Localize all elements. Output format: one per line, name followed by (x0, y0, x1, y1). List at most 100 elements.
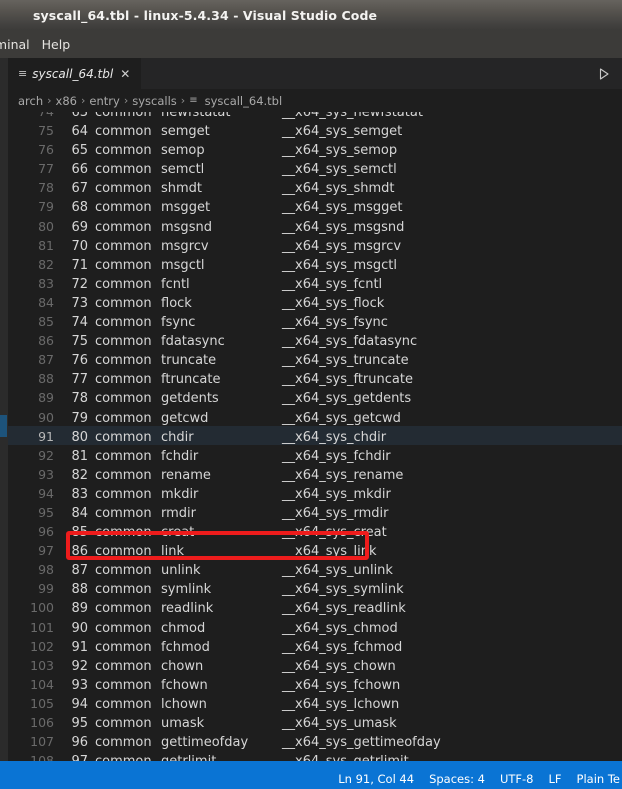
code-line[interactable]: 87 76 common truncate __x64_sys_truncate (8, 349, 622, 368)
line-number: 84 (38, 294, 54, 310)
chevron-right-icon: › (123, 94, 129, 107)
line-number: 78 (38, 180, 54, 196)
title-bar: syscall_64.tbl - linux-5.4.34 - Visual S… (0, 0, 622, 30)
code-lines[interactable]: 7463commonnewfstatat__x64_sys_newfstatat… (8, 112, 622, 761)
code-line[interactable]: 89 78 common getdents __x64_sys_getdents (8, 387, 622, 406)
code-line[interactable]: 92 81 common fchdir __x64_sys_fchdir (8, 445, 622, 464)
activity-bar[interactable] (0, 58, 8, 761)
tab-syscall-64-tbl[interactable]: ≡ syscall_64.tbl ✕ (8, 58, 141, 89)
code-line[interactable]: 96 85 common creat __x64_sys_creat (8, 521, 622, 540)
code-line[interactable]: 107 96 common gettimeofday __x64_sys_gettime… (8, 731, 622, 750)
line-number: 107 (30, 734, 54, 750)
file-lines-icon: ≡ (18, 67, 28, 80)
code-line[interactable]: 102 91 common fchmod __x64_sys_fchmod (8, 636, 622, 655)
code-line[interactable]: 90 79 common getcwd __x64_sys_getcwd (8, 407, 622, 426)
line-number: 106 (30, 715, 54, 730)
code-line[interactable]: 99 88 common symlink __x64_sys_symlink (8, 578, 622, 597)
chevron-right-icon: › (47, 94, 52, 107)
code-line[interactable]: 100 89 common readlink __x64_sys_readlink (8, 597, 622, 616)
line-number: 100 (30, 600, 54, 616)
code-line[interactable]: 83 72 common fcntl __x64_sys_fcntl (8, 273, 622, 292)
code-line[interactable]: 91 80 common chdir __x64_sys_chdir (8, 425, 622, 445)
run-play-icon[interactable] (594, 64, 614, 84)
breadcrumb[interactable]: arch › x86 › entry › syscalls › ≡ syscal… (8, 89, 622, 112)
editor-text-area[interactable]: 7463commonnewfstatat__x64_sys_newfstatat… (8, 112, 622, 761)
status-bar[interactable]: Ln 91, Col 44 Spaces: 4 UTF-8 LF Plain Te (0, 761, 622, 789)
line-number: 82 (38, 256, 54, 272)
chevron-right-icon: › (81, 94, 86, 107)
code-line[interactable]: 76 65 common semop __x64_sys_semop (8, 139, 622, 158)
code-line[interactable]: 79 68 common msgget __x64_sys_msgget (8, 196, 622, 215)
menu-item-help[interactable]: Help (36, 35, 77, 54)
code-line[interactable]: 94 83 common mkdir __x64_sys_mkdir (8, 483, 622, 502)
line-number: 108 (30, 753, 54, 761)
status-item-0[interactable]: Ln 91, Col 44 (338, 772, 414, 786)
code-line[interactable]: 77 66 common semctl __x64_sys_semctl (8, 158, 622, 177)
line-number: 79 (38, 199, 54, 215)
file-lines-icon: ≡ (189, 95, 198, 106)
line-number: 92 (38, 447, 54, 463)
line-number: 88 (38, 371, 54, 387)
code-line[interactable]: 81 70 common msgrcv __x64_sys_msgrcv (8, 235, 622, 254)
line-number: 83 (38, 275, 54, 291)
status-item-1[interactable]: Spaces: 4 (429, 772, 485, 786)
breadcrumb-item-file[interactable]: syscall_64.tbl (205, 94, 283, 108)
breadcrumb-item-x86[interactable]: x86 (56, 94, 77, 108)
syscall-number: 97 (54, 752, 88, 761)
line-number: 87 (38, 352, 54, 368)
code-line[interactable]: 97 86 common link __x64_sys_link (8, 540, 622, 559)
syscall-entry-point: __x64_sys_getrlimit (282, 752, 409, 761)
line-number: 105 (30, 695, 54, 711)
code-line[interactable]: 105 94 common lchown __x64_sys_lchown (8, 693, 622, 712)
code-line[interactable]: 104 93 common fchown __x64_sys_fchown (8, 674, 622, 693)
line-number: 76 (38, 142, 54, 158)
code-line[interactable]: 98 87 common unlink __x64_sys_unlink (8, 559, 622, 578)
line-number: 103 (30, 657, 54, 673)
line-number: 95 (38, 504, 54, 520)
line-number: 75 (38, 123, 54, 139)
line-number: 94 (38, 485, 54, 501)
code-line[interactable]: 80 69 common msgsnd __x64_sys_msgsnd (8, 216, 622, 235)
overview-ruler-marker (0, 415, 7, 437)
vscode-window: syscall_64.tbl - linux-5.4.34 - Visual S… (0, 0, 622, 789)
status-item-4[interactable]: Plain Te (577, 772, 620, 786)
line-number: 98 (38, 562, 54, 578)
line-number: 102 (30, 638, 54, 654)
code-line[interactable]: 103 92 common chown __x64_sys_chown (8, 655, 622, 674)
breadcrumb-item-entry[interactable]: entry (89, 94, 119, 108)
code-line[interactable]: 106 95 common umask __x64_sys_umask (8, 712, 622, 731)
code-line[interactable]: 101 90 common chmod __x64_sys_chmod (8, 617, 622, 636)
code-line[interactable]: 86 75 common fdatasync __x64_sys_fdatasync (8, 330, 622, 349)
code-line[interactable]: 85 74 common fsync __x64_sys_fsync (8, 311, 622, 330)
code-line[interactable]: 93 82 common rename __x64_sys_rename (8, 464, 622, 483)
line-number: 104 (30, 676, 54, 692)
line-number: 81 (38, 237, 54, 253)
line-number: 89 (38, 390, 54, 406)
line-number: 93 (38, 466, 54, 482)
editor-tab-bar[interactable]: ≡ syscall_64.tbl ✕ (8, 58, 622, 89)
status-item-3[interactable]: LF (549, 772, 562, 786)
tab-label: syscall_64.tbl (32, 66, 114, 81)
code-line[interactable]: 84 73 common flock __x64_sys_flock (8, 292, 622, 311)
close-icon[interactable]: ✕ (120, 68, 130, 80)
code-line[interactable]: 75 64 common semget __x64_sys_semget (8, 120, 622, 139)
line-number: 99 (38, 581, 54, 597)
chevron-right-icon: › (180, 94, 186, 107)
line-number: 91 (38, 428, 54, 444)
status-item-2[interactable]: UTF-8 (500, 772, 534, 786)
syscall-abi: common (88, 752, 161, 761)
breadcrumb-item-arch[interactable]: arch (18, 94, 43, 108)
menu-item-terminal[interactable]: rminal (0, 35, 36, 54)
code-line[interactable]: 10897commongetrlimit__x64_sys_getrlimit (8, 750, 622, 761)
code-line[interactable]: 82 71 common msgctl __x64_sys_msgctl (8, 254, 622, 273)
line-number: 86 (38, 333, 54, 349)
code-line[interactable]: 78 67 common shmdt __x64_sys_shmdt (8, 177, 622, 196)
window-title: syscall_64.tbl - linux-5.4.34 - Visual S… (33, 7, 378, 23)
code-line[interactable]: 95 84 common rmdir __x64_sys_rmdir (8, 502, 622, 521)
breadcrumb-item-syscalls[interactable]: syscalls (132, 94, 177, 108)
syscall-name: getrlimit (161, 752, 282, 761)
line-number: 90 (38, 409, 54, 425)
code-line[interactable]: 88 77 common ftruncate __x64_sys_ftruncate (8, 368, 622, 387)
menu-bar[interactable]: rminal Help (0, 30, 622, 58)
code-line[interactable]: 7463commonnewfstatat__x64_sys_newfstatat (8, 112, 622, 120)
